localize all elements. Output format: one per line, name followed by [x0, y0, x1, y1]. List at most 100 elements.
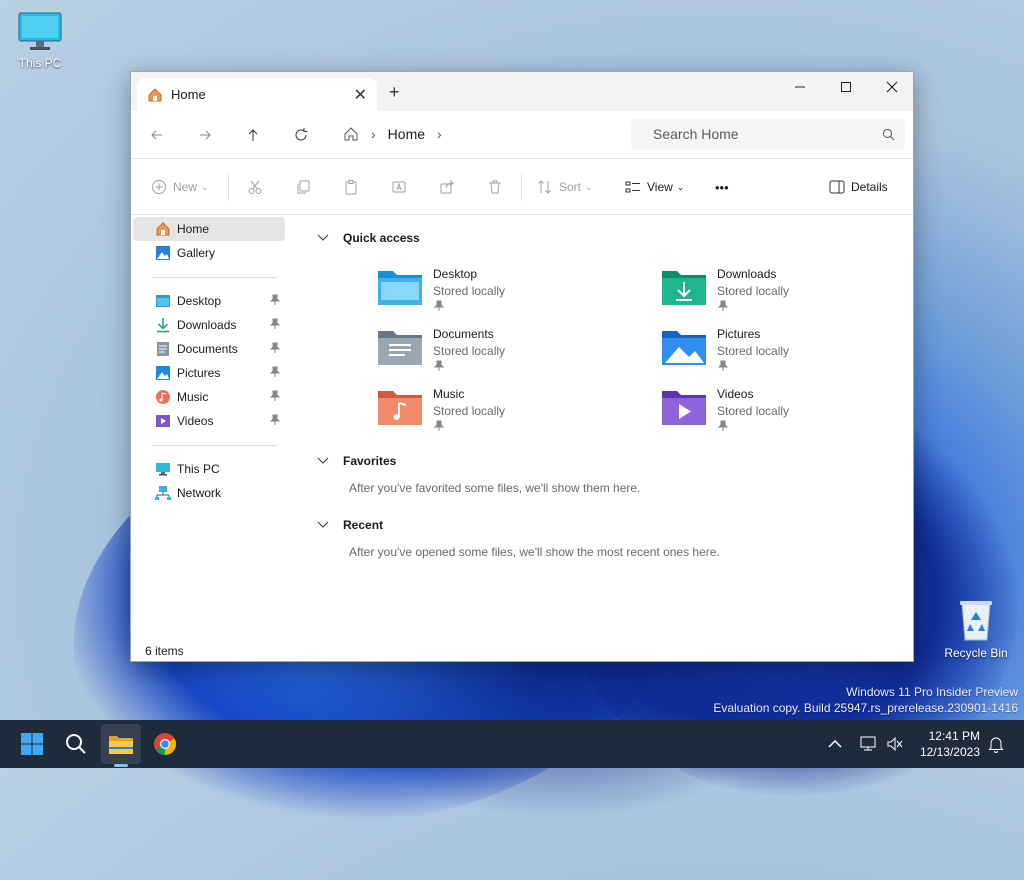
- sidebar-item-label: Pictures: [177, 366, 221, 380]
- view-label: View: [647, 180, 673, 194]
- section-title: Recent: [343, 518, 384, 532]
- cut-button[interactable]: [247, 175, 263, 199]
- notifications-button[interactable]: [988, 720, 1004, 768]
- delete-button[interactable]: [487, 175, 503, 199]
- quick-access-item-downloads[interactable]: Downloads Stored locally: [661, 267, 901, 323]
- pin-icon: [433, 420, 445, 431]
- folder-icon: [109, 736, 133, 754]
- downloads-icon: [155, 317, 171, 333]
- sidebar-item-label: Documents: [177, 342, 238, 356]
- chevron-down-icon: ⌄: [201, 181, 209, 192]
- desktop-folder-icon: [155, 293, 171, 309]
- sidebar-item-gallery[interactable]: Gallery: [133, 241, 285, 265]
- sidebar-item-documents[interactable]: Documents: [133, 337, 285, 361]
- favorites-header[interactable]: Favorites: [317, 454, 396, 468]
- pictures-folder-icon: [662, 331, 706, 365]
- sidebar-item-label: Gallery: [177, 246, 216, 260]
- clock-time: 12:41 PM: [928, 729, 980, 743]
- sidebar-item-videos[interactable]: Videos: [133, 409, 285, 433]
- recent-empty-message: After you've opened some files, we'll sh…: [349, 545, 720, 559]
- clock-date: 12/13/2023: [919, 745, 980, 759]
- desktop-icon-recycle-bin[interactable]: Recycle Bin: [940, 598, 1012, 660]
- desktop-icon-this-pc[interactable]: This PC: [8, 12, 72, 70]
- section-title: Quick access: [343, 231, 420, 245]
- sort-button[interactable]: Sort ⌄: [537, 175, 593, 199]
- system-clock[interactable]: 12:41 PM 12/13/2023: [916, 728, 980, 760]
- more-options-button[interactable]: •••: [715, 175, 729, 199]
- home-icon: [155, 221, 171, 237]
- new-tab-button[interactable]: +: [389, 82, 400, 103]
- pin-icon: [269, 342, 281, 353]
- taskbar: 12:41 PM 12/13/2023: [0, 720, 1024, 768]
- paste-button[interactable]: [343, 175, 359, 199]
- sidebar-item-home[interactable]: Home: [133, 217, 285, 241]
- sidebar-item-pictures[interactable]: Pictures: [133, 361, 285, 385]
- quick-access-header[interactable]: Quick access: [317, 231, 420, 245]
- minimize-icon: [795, 86, 805, 88]
- pin-icon: [717, 360, 729, 371]
- network-status-button[interactable]: [860, 720, 878, 768]
- refresh-icon: [295, 128, 308, 141]
- quick-access-item-documents[interactable]: Documents Stored locally: [377, 327, 617, 383]
- view-button[interactable]: View ⌄: [625, 175, 684, 199]
- sidebar-item-network[interactable]: Network: [133, 481, 285, 505]
- arrow-right-icon: [200, 130, 211, 140]
- show-hidden-icons-button[interactable]: [828, 720, 842, 768]
- pictures-icon: [155, 365, 171, 381]
- plus-circle-icon: [152, 180, 166, 194]
- paste-icon: [345, 180, 357, 195]
- volume-muted-icon: [887, 736, 903, 752]
- search-taskbar-button[interactable]: [56, 724, 96, 764]
- sidebar-item-music[interactable]: Music: [133, 385, 285, 409]
- pin-icon: [269, 366, 281, 377]
- share-button[interactable]: [439, 175, 455, 199]
- back-button[interactable]: [145, 123, 169, 147]
- search-input[interactable]: Search Home: [653, 126, 882, 142]
- quick-access-item-videos[interactable]: Videos Stored locally: [661, 387, 901, 443]
- details-button[interactable]: Details: [829, 175, 888, 199]
- start-button[interactable]: [12, 724, 52, 764]
- documents-folder-icon: [378, 331, 422, 365]
- desktop-icon-label: Recycle Bin: [944, 646, 1008, 660]
- new-label: New: [173, 180, 198, 194]
- navigation-pane: Home Gallery Desktop Downloads Documents…: [131, 213, 287, 633]
- recent-header[interactable]: Recent: [317, 518, 383, 532]
- quick-access-item-music[interactable]: Music Stored locally: [377, 387, 617, 443]
- pin-icon: [433, 360, 445, 371]
- tab-home[interactable]: Home ✕: [137, 78, 377, 111]
- pin-icon: [269, 390, 281, 401]
- sidebar-item-downloads[interactable]: Downloads: [133, 313, 285, 337]
- sidebar-item-desktop[interactable]: Desktop: [133, 289, 285, 313]
- forward-button[interactable]: [193, 123, 217, 147]
- item-location: Stored locally: [433, 404, 506, 418]
- new-button[interactable]: New ⌄: [151, 175, 209, 199]
- network-icon: [155, 485, 171, 501]
- address-segment-home[interactable]: Home: [388, 126, 425, 142]
- share-icon: [440, 180, 454, 194]
- up-button[interactable]: [241, 123, 265, 147]
- minimize-button[interactable]: [777, 72, 823, 102]
- search-box[interactable]: Search Home: [631, 119, 905, 149]
- address-bar[interactable]: › Home ›: [333, 119, 623, 149]
- refresh-button[interactable]: [289, 123, 313, 147]
- cut-icon: [248, 180, 262, 194]
- view-icon: [625, 181, 640, 193]
- item-location: Stored locally: [717, 284, 790, 298]
- item-location: Stored locally: [717, 344, 790, 358]
- section-title: Favorites: [343, 454, 397, 468]
- rename-button[interactable]: [391, 175, 407, 199]
- quick-access-item-desktop[interactable]: Desktop Stored locally: [377, 267, 617, 323]
- chrome-icon: [154, 733, 176, 755]
- sidebar-item-this-pc[interactable]: This PC: [133, 457, 285, 481]
- chevron-down-icon: [317, 234, 329, 241]
- maximize-button[interactable]: [823, 72, 869, 102]
- quick-access-item-pictures[interactable]: Pictures Stored locally: [661, 327, 901, 383]
- close-tab-button[interactable]: ✕: [354, 85, 367, 105]
- item-name: Pictures: [717, 327, 761, 341]
- item-name: Videos: [717, 387, 754, 401]
- volume-button[interactable]: [886, 720, 904, 768]
- chrome-taskbar-button[interactable]: [145, 724, 185, 764]
- file-explorer-taskbar-button[interactable]: [101, 724, 141, 764]
- close-window-button[interactable]: [869, 72, 913, 102]
- copy-button[interactable]: [295, 175, 311, 199]
